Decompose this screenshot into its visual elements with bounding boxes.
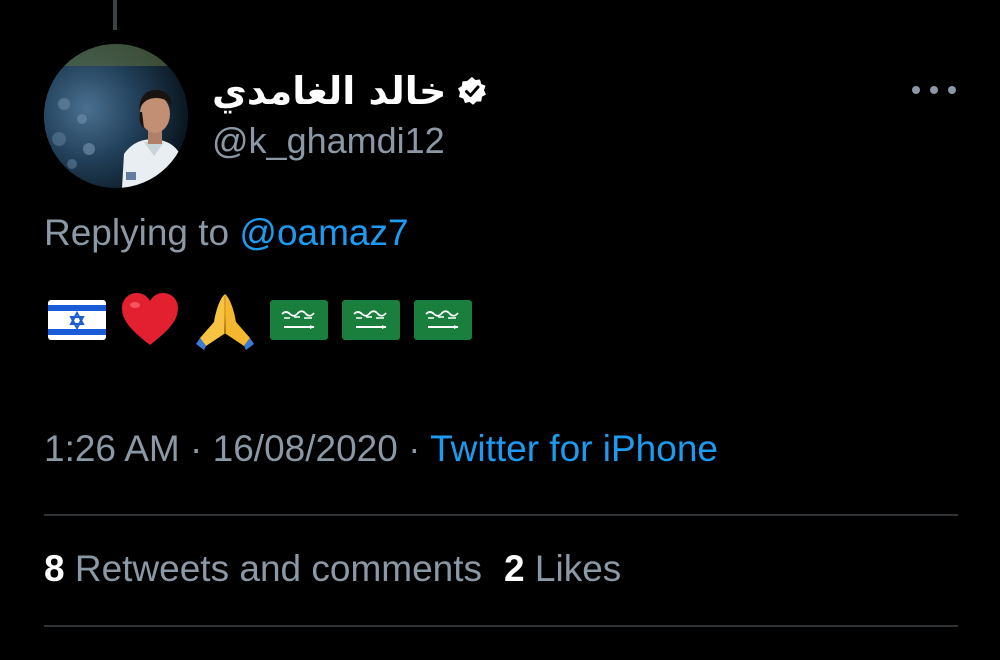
flag-saudi-arabia-icon	[270, 300, 328, 340]
flag-israel-icon	[48, 300, 106, 340]
replying-to-line: Replying to @oamaz7	[44, 212, 409, 254]
tweet-text-emojis	[48, 290, 472, 350]
meta-separator: ·	[397, 428, 431, 469]
meta-separator: ·	[179, 428, 213, 469]
thread-connector-line	[113, 0, 117, 30]
tweet-time[interactable]: 1:26 AM	[44, 428, 180, 469]
engagement-stats: 8 Retweets and comments 2 Likes	[44, 548, 621, 590]
avatar[interactable]	[44, 44, 188, 188]
replying-prefix: Replying to	[44, 212, 240, 253]
tweet-metadata: 1:26 AM · 16/08/2020 · Twitter for iPhon…	[44, 428, 718, 470]
more-dot	[912, 86, 920, 94]
tweet-date[interactable]: 16/08/2020	[213, 428, 398, 469]
likes-stat[interactable]: 2 Likes	[504, 548, 621, 589]
author-display-name[interactable]: خالد الغامدي	[212, 69, 446, 113]
retweets-stat[interactable]: 8 Retweets and comments	[44, 548, 482, 589]
red-heart-icon	[122, 293, 178, 345]
verified-badge-icon	[458, 77, 487, 105]
flag-saudi-arabia-icon	[342, 300, 400, 340]
folded-hands-icon	[196, 294, 254, 350]
author-name-row[interactable]: خالد الغامدي	[212, 66, 488, 116]
likes-label: Likes	[524, 548, 622, 589]
tweet-source-link[interactable]: Twitter for iPhone	[430, 428, 718, 469]
retweets-count: 8	[44, 548, 65, 589]
avatar-photo	[44, 44, 188, 188]
replying-to-mention-link[interactable]: @oamaz7	[239, 212, 408, 253]
divider	[44, 625, 958, 627]
more-options-icon[interactable]	[912, 80, 956, 100]
author-handle[interactable]: @k_ghamdi12	[212, 120, 445, 162]
more-dot	[948, 86, 956, 94]
flag-saudi-arabia-icon	[414, 300, 472, 340]
more-dot	[930, 86, 938, 94]
divider	[44, 514, 958, 516]
retweets-label: Retweets and comments	[64, 548, 483, 589]
likes-count: 2	[504, 548, 525, 589]
